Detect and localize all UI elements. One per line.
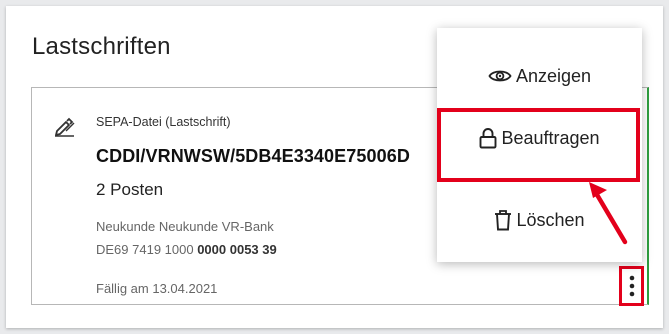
iban-bold: 0000 0053 39	[197, 242, 277, 257]
signature-pen-icon	[55, 117, 75, 137]
highlight-box	[437, 108, 640, 182]
vertical-ellipsis-icon	[629, 275, 634, 297]
menu-item-label: Löschen	[516, 209, 585, 230]
trash-icon	[495, 210, 512, 231]
panel-title: Lastschriften	[32, 33, 171, 60]
eye-icon	[488, 70, 512, 82]
menu-item-anzeigen[interactable]: Anzeigen	[437, 50, 642, 102]
iban: DE69 7419 1000 0000 0053 39	[96, 242, 277, 257]
red-arrow-annotation	[589, 182, 628, 245]
file-type-label: SEPA-Datei (Lastschrift)	[96, 115, 231, 129]
payer-name: Neukunde Neukunde VR-Bank	[96, 219, 274, 234]
menu-item-label: Anzeigen	[515, 65, 592, 86]
file-id: CDDI/VRNWSW/5DB4E3340E75006D	[96, 146, 410, 166]
more-options-button[interactable]	[619, 266, 644, 306]
due-date: Fällig am 13.04.2021	[96, 281, 218, 296]
iban-prefix: DE69 7419 1000	[96, 242, 198, 257]
positions-count: 2 Posten	[96, 180, 164, 199]
